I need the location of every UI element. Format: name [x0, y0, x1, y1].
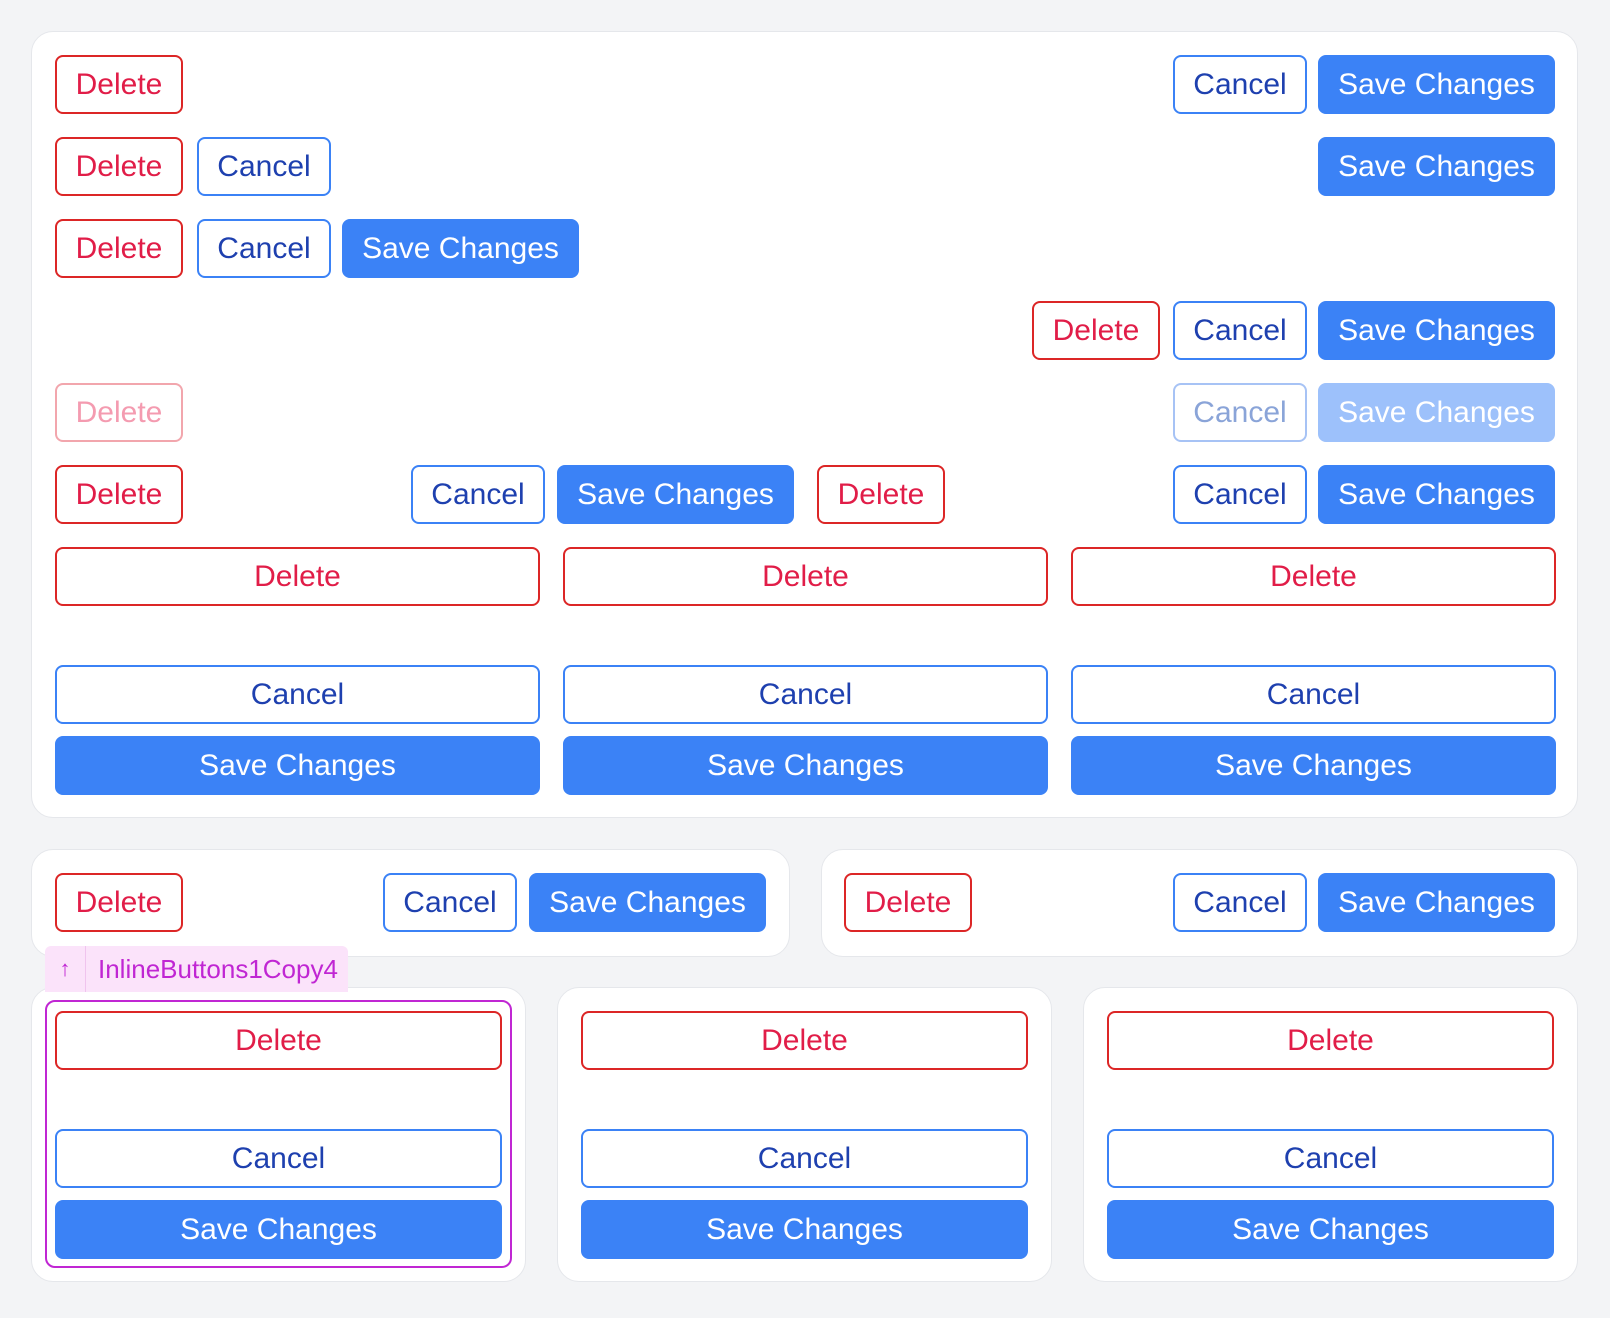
delete-button[interactable]: Delete — [581, 1011, 1028, 1070]
cancel-button[interactable]: Cancel — [55, 665, 540, 724]
delete-button[interactable]: Delete — [817, 465, 945, 524]
save-changes-button[interactable]: Save Changes — [1318, 873, 1555, 932]
delete-button[interactable]: Delete — [55, 55, 183, 114]
cancel-button[interactable]: Cancel — [1107, 1129, 1554, 1188]
save-changes-button[interactable]: Save Changes — [581, 1200, 1028, 1259]
save-changes-button[interactable]: Save Changes — [529, 873, 766, 932]
arrow-up-icon[interactable]: ↑ — [45, 946, 86, 992]
save-changes-button[interactable]: Save Changes — [1071, 736, 1556, 795]
delete-button[interactable]: Delete — [55, 547, 540, 606]
cancel-button[interactable]: Cancel — [581, 1129, 1028, 1188]
cancel-button[interactable]: Cancel — [197, 219, 331, 278]
save-changes-button[interactable]: Save Changes — [55, 736, 540, 795]
save-changes-button[interactable]: Save Changes — [55, 1200, 502, 1259]
delete-button[interactable]: Delete — [563, 547, 1048, 606]
cancel-button[interactable]: Cancel — [1173, 465, 1307, 524]
delete-button[interactable]: Delete — [1071, 547, 1556, 606]
save-changes-button[interactable]: Save Changes — [1107, 1200, 1554, 1259]
cancel-button[interactable]: Cancel — [1173, 301, 1307, 360]
delete-button[interactable]: Delete — [844, 873, 972, 932]
cancel-button[interactable]: Cancel — [55, 1129, 502, 1188]
cancel-button[interactable]: Cancel — [1173, 873, 1307, 932]
save-changes-button[interactable]: Save Changes — [563, 736, 1048, 795]
cancel-button[interactable]: Cancel — [563, 665, 1048, 724]
component-overlay-tag: ↑ InlineButtons1Copy4 — [45, 946, 348, 992]
save-changes-button[interactable]: Save Changes — [557, 465, 794, 524]
save-changes-button[interactable]: Save Changes — [342, 219, 579, 278]
save-changes-button-disabled[interactable]: Save Changes — [1318, 383, 1555, 442]
save-changes-button[interactable]: Save Changes — [1318, 465, 1555, 524]
cancel-button[interactable]: Cancel — [197, 137, 331, 196]
component-name-label: InlineButtons1Copy4 — [98, 953, 338, 984]
delete-button[interactable]: Delete — [55, 873, 183, 932]
delete-button[interactable]: Delete — [55, 1011, 502, 1070]
delete-button[interactable]: Delete — [1107, 1011, 1554, 1070]
cancel-button[interactable]: Cancel — [411, 465, 545, 524]
delete-button[interactable]: Delete — [55, 219, 183, 278]
cancel-button-disabled[interactable]: Cancel — [1173, 383, 1307, 442]
save-changes-button[interactable]: Save Changes — [1318, 55, 1555, 114]
delete-button[interactable]: Delete — [1032, 301, 1160, 360]
delete-button[interactable]: Delete — [55, 137, 183, 196]
save-changes-button[interactable]: Save Changes — [1318, 137, 1555, 196]
cancel-button[interactable]: Cancel — [383, 873, 517, 932]
cancel-button[interactable]: Cancel — [1173, 55, 1307, 114]
delete-button-disabled[interactable]: Delete — [55, 383, 183, 442]
cancel-button[interactable]: Cancel — [1071, 665, 1556, 724]
save-changes-button[interactable]: Save Changes — [1318, 301, 1555, 360]
delete-button[interactable]: Delete — [55, 465, 183, 524]
